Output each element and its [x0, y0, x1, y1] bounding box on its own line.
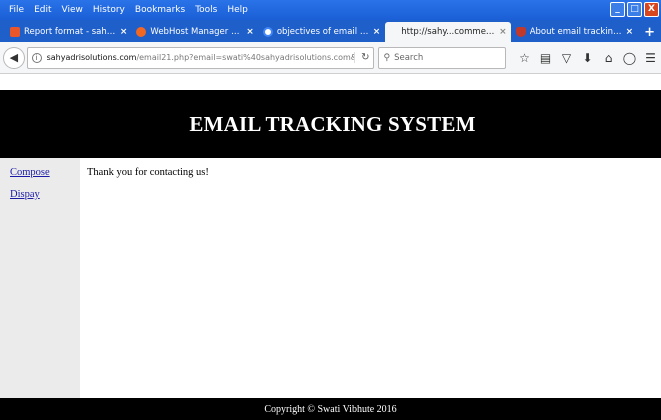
- menu-history[interactable]: History: [88, 5, 130, 15]
- navigation-bar: ◀ i sahyadrisolutions.com /email21.php?e…: [0, 42, 661, 74]
- close-tab-icon[interactable]: ×: [246, 27, 254, 37]
- menu-edit[interactable]: Edit: [29, 5, 56, 15]
- url-path: /email21.php?email=swati%40sahyadrisolut…: [136, 53, 354, 62]
- tab-label: Report format - sahyadris...: [24, 27, 116, 37]
- menu-view[interactable]: View: [57, 5, 88, 15]
- hamburger-menu-icon[interactable]: ☰: [640, 51, 661, 65]
- search-placeholder: Search: [394, 52, 424, 63]
- menu-bookmarks[interactable]: Bookmarks: [130, 5, 190, 15]
- close-tab-icon[interactable]: ×: [373, 27, 381, 37]
- sidebar-link-compose[interactable]: Compose: [10, 167, 80, 178]
- close-tab-icon[interactable]: ×: [120, 27, 128, 37]
- minimize-button[interactable]: _: [610, 2, 625, 17]
- reload-icon[interactable]: ↻: [354, 52, 369, 63]
- menu-bar: File Edit View History Bookmarks Tools H…: [0, 0, 661, 20]
- home-icon[interactable]: ⌂: [598, 51, 619, 65]
- cpanel-icon: [136, 27, 147, 37]
- bookmarks-list-icon[interactable]: ▤: [535, 51, 556, 65]
- tab-active-page[interactable]: http://sahy...comment=sj# ×: [385, 22, 511, 42]
- page-title: EMAIL TRACKING SYSTEM: [189, 111, 476, 136]
- sidebar-link-display[interactable]: Dispay: [10, 189, 80, 200]
- menu-help[interactable]: Help: [222, 5, 253, 15]
- menu-tools[interactable]: Tools: [190, 5, 222, 15]
- close-tab-icon[interactable]: ×: [626, 27, 634, 37]
- menu-file[interactable]: File: [4, 5, 29, 15]
- confirmation-message: Thank you for contacting us!: [87, 167, 209, 178]
- tab-report-format[interactable]: Report format - sahyadris... ×: [6, 22, 131, 42]
- window-controls: _ □ X: [610, 2, 659, 17]
- copyright-text: Copyright © Swati Vibhute 2016: [264, 403, 397, 415]
- tab-label: About email tracking – Tr...: [529, 27, 622, 37]
- search-input[interactable]: ⚲ Search: [378, 46, 507, 69]
- mail-icon: [10, 27, 20, 37]
- bookmark-star-icon[interactable]: ☆: [514, 51, 535, 65]
- close-tab-icon[interactable]: ×: [499, 27, 507, 37]
- search-icon: ⚲: [383, 52, 391, 63]
- url-bar[interactable]: i sahyadrisolutions.com /email21.php?ema…: [26, 46, 375, 69]
- tab-label: WebHost Manager – ns1: [150, 27, 242, 37]
- tab-webhost-manager[interactable]: WebHost Manager – ns1 ×: [132, 22, 257, 42]
- back-button[interactable]: ◀: [3, 46, 25, 69]
- extension-icon[interactable]: ◯: [619, 51, 640, 65]
- sidebar: Compose Dispay: [0, 158, 80, 398]
- close-window-button[interactable]: X: [644, 2, 659, 17]
- tab-about-email-tracking[interactable]: About email tracking – Tr... ×: [512, 22, 637, 42]
- pocket-icon[interactable]: ▽: [556, 51, 577, 65]
- google-icon: [262, 27, 273, 37]
- info-icon[interactable]: i: [31, 52, 42, 63]
- new-tab-button[interactable]: +: [638, 25, 661, 42]
- page-footer: Copyright © Swati Vibhute 2016: [0, 398, 661, 420]
- maximize-button[interactable]: □: [627, 2, 642, 17]
- shield-icon: [515, 27, 526, 37]
- tab-objectives[interactable]: objectives of email trackin... ×: [259, 22, 384, 42]
- tab-label: http://sahy...comment=sj#: [401, 27, 495, 37]
- url-domain: sahyadrisolutions.com: [46, 53, 137, 62]
- download-icon[interactable]: ⬇: [577, 51, 598, 65]
- toolbar-icons: ☆ ▤ ▽ ⬇ ⌂ ◯ ☰: [514, 51, 661, 65]
- tab-label: objectives of email trackin...: [276, 27, 369, 37]
- tab-strip: Report format - sahyadris... × WebHost M…: [0, 20, 661, 42]
- menu: File Edit View History Bookmarks Tools H…: [0, 5, 253, 15]
- page-header: EMAIL TRACKING SYSTEM: [0, 90, 661, 158]
- back-arrow-icon: ◀: [9, 51, 19, 64]
